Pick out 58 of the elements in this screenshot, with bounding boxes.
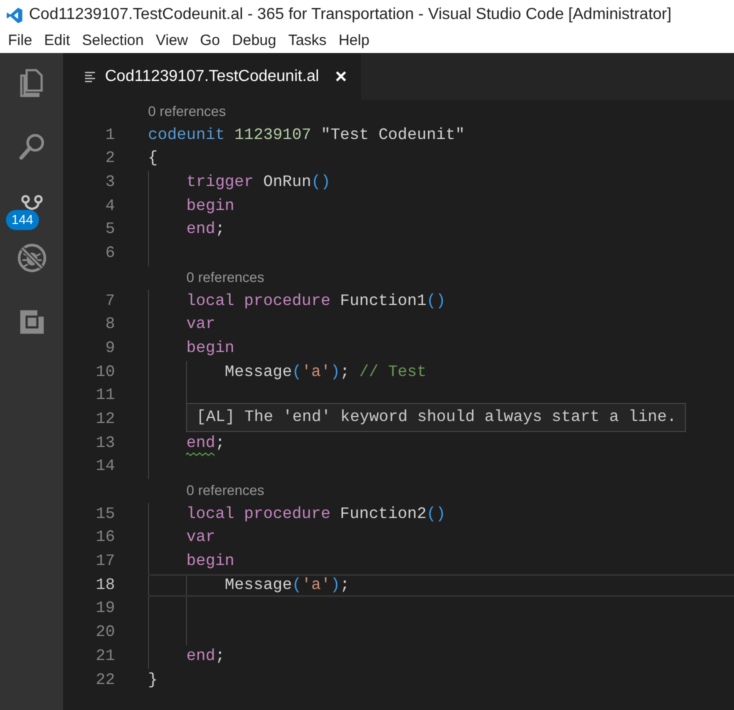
line-number: 18 [94, 574, 115, 596]
menu-item[interactable]: Tasks [282, 30, 333, 53]
code-line: Message('a'); // Test [224, 362, 426, 383]
code-line: begin [186, 551, 234, 572]
code-line: end; [186, 432, 225, 454]
code-line: end; [186, 646, 225, 667]
code-line: begin [186, 338, 234, 359]
code-line: Message('a'); [224, 574, 350, 596]
line-number: 7 [104, 290, 115, 312]
menu-item[interactable]: View [150, 30, 194, 53]
line-number: 17 [94, 551, 115, 572]
code-line: codeunit 11239107 "Test Codeunit" [148, 124, 465, 146]
line-number: 2 [104, 148, 115, 170]
line-number: 6 [104, 243, 115, 264]
close-button[interactable]: × [335, 66, 347, 86]
line-number: 19 [94, 598, 115, 620]
line-number: 9 [104, 338, 115, 359]
menu-item[interactable]: Debug [226, 30, 282, 53]
line-number: 11 [94, 385, 115, 406]
window-title: Cod11239107.TestCodeunit.al - 365 for Transportation - Visual Studio Code [Administrator] [29, 5, 672, 25]
code-line: local procedure Function1() [186, 290, 446, 312]
menu-item[interactable]: Help [332, 30, 376, 53]
line-number: 21 [94, 646, 115, 667]
line-number: 4 [104, 196, 115, 217]
menu-item[interactable]: Edit [38, 30, 76, 53]
code-line: } [148, 670, 158, 690]
line-number: 22 [94, 670, 115, 690]
search-icon[interactable] [16, 131, 46, 161]
code-line: { [148, 148, 158, 170]
code-line: local procedure Function2() [186, 504, 446, 525]
no-bug-icon[interactable] [16, 243, 46, 273]
line-number: 5 [104, 219, 115, 240]
line-number: 20 [94, 622, 115, 644]
line-number: 8 [104, 314, 115, 336]
code-lens[interactable]: 0 references [186, 266, 264, 290]
line-number: 12 [94, 408, 115, 430]
hover-tooltip: [AL] The 'end' keyword should always start a line. [186, 402, 686, 432]
line-number: 3 [104, 172, 115, 194]
code-lens[interactable]: 0 references [148, 100, 226, 124]
count-badge: 144 [6, 210, 40, 230]
line-number: 1 [104, 124, 115, 146]
line-number: 10 [94, 362, 115, 383]
line-number: 15 [94, 504, 115, 525]
menu-item[interactable]: Selection [76, 30, 150, 53]
menu-item[interactable]: Go [194, 30, 226, 53]
code-line: begin [186, 196, 234, 217]
code-line: var [186, 314, 216, 336]
line-number: 14 [94, 456, 115, 478]
code-line: end; [186, 219, 225, 240]
code-lens[interactable]: 0 references [186, 479, 264, 503]
code-line: var [186, 527, 216, 548]
app-logo-icon [6, 6, 23, 24]
editor-tab[interactable]: Cod11239107.TestCodeunit.al × [63, 53, 361, 100]
line-number: 16 [94, 527, 115, 548]
menu-item[interactable]: File [2, 30, 38, 53]
file-lines-icon [85, 70, 97, 82]
code-line: trigger OnRun() [186, 172, 330, 194]
line-number: 13 [94, 432, 115, 454]
